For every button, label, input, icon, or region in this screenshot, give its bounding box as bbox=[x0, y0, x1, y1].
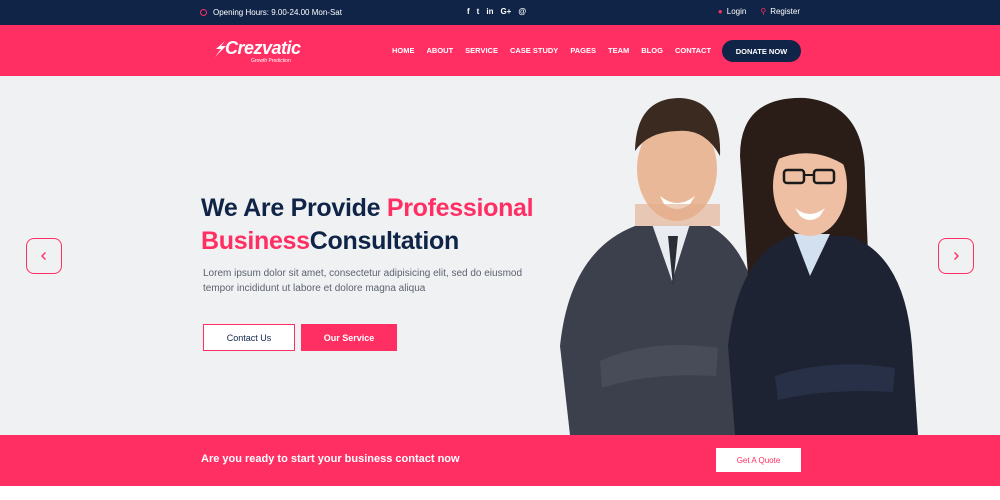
contact-us-button[interactable]: Contact Us bbox=[203, 324, 295, 351]
hero-section: We Are Provide Professional BusinessCons… bbox=[0, 76, 1000, 435]
login-label: Login bbox=[726, 7, 747, 16]
main-navbar: Crezvatic Growth Prediction HOME ABOUT S… bbox=[0, 25, 1000, 76]
key-icon: ⚲ bbox=[760, 7, 767, 16]
woman-figure bbox=[728, 97, 918, 435]
logo-tagline: Growth Prediction bbox=[251, 58, 291, 64]
nav-item-team[interactable]: TEAM bbox=[608, 46, 629, 55]
top-bar: Opening Hours: 9.00-24.00 Mon-Sat f t in… bbox=[0, 0, 1000, 25]
nav-item-about[interactable]: ABOUT bbox=[427, 46, 454, 55]
slider-prev-button[interactable] bbox=[26, 238, 62, 274]
nav-item-service[interactable]: SERVICE bbox=[465, 46, 498, 55]
chevron-left-icon bbox=[41, 252, 46, 260]
clock-icon bbox=[200, 9, 207, 16]
nav-item-blog[interactable]: BLOG bbox=[641, 46, 663, 55]
hero-title-part-1: We Are Provide bbox=[201, 194, 387, 222]
get-a-quote-button[interactable]: Get A Quote bbox=[716, 448, 801, 472]
logo-text: Crezvatic bbox=[225, 38, 301, 58]
hero-title-highlight-1: Professional bbox=[386, 194, 534, 222]
facebook-icon[interactable]: f bbox=[467, 7, 470, 16]
login-link[interactable]: ● Login bbox=[718, 7, 746, 16]
donate-button[interactable]: DONATE NOW bbox=[722, 40, 801, 62]
slider-next-button[interactable] bbox=[938, 238, 974, 274]
twitter-icon[interactable]: t bbox=[477, 7, 480, 16]
opening-hours-text: Opening Hours: 9.00-24.00 Mon-Sat bbox=[213, 8, 342, 17]
nav-item-pages[interactable]: PAGES bbox=[570, 46, 596, 55]
instagram-icon[interactable]: in bbox=[486, 7, 493, 16]
auth-links: ● Login ⚲ Register bbox=[718, 7, 800, 16]
hero-people-image bbox=[560, 97, 918, 435]
user-icon: ● bbox=[717, 7, 723, 16]
cta-banner: Are you ready to start your business con… bbox=[0, 435, 1000, 486]
nav-item-home[interactable]: HOME bbox=[392, 46, 415, 55]
opening-hours: Opening Hours: 9.00-24.00 Mon-Sat bbox=[200, 8, 342, 17]
hero-title: We Are Provide Professional BusinessCons… bbox=[201, 192, 534, 258]
nav-menu: HOME ABOUT SERVICE CASE STUDY PAGES TEAM… bbox=[392, 46, 711, 55]
our-service-button[interactable]: Our Service bbox=[301, 324, 397, 351]
hero-title-highlight-2: Business bbox=[201, 227, 310, 255]
dribbble-icon[interactable]: @ bbox=[518, 7, 526, 16]
register-label: Register bbox=[770, 7, 800, 16]
hero-title-part-2: Consultation bbox=[309, 227, 459, 255]
social-links: f t in G+ @ bbox=[467, 7, 526, 16]
hero-description: Lorem ipsum dolor sit amet, consectetur … bbox=[203, 268, 523, 294]
nav-item-contact[interactable]: CONTACT bbox=[675, 46, 711, 55]
register-link[interactable]: ⚲ Register bbox=[760, 7, 800, 16]
nav-item-case-study[interactable]: CASE STUDY bbox=[510, 46, 558, 55]
cta-text: Are you ready to start your business con… bbox=[201, 453, 460, 465]
chevron-right-icon bbox=[954, 252, 959, 260]
google-plus-icon[interactable]: G+ bbox=[500, 7, 511, 16]
